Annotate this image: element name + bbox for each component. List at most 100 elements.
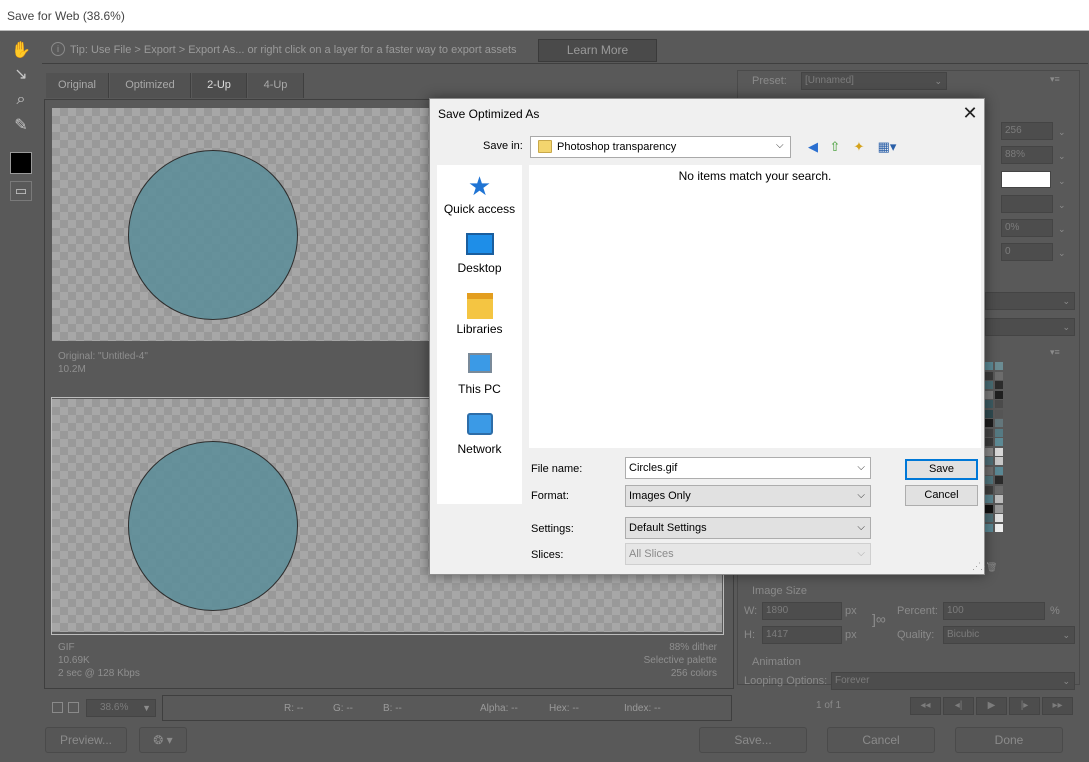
browser-preview-button[interactable]: ❂ ▾: [139, 727, 187, 753]
color-swatch[interactable]: [985, 390, 993, 399]
chevron-down-icon[interactable]: ⌄: [1058, 151, 1066, 162]
color-swatch[interactable]: [995, 504, 1003, 513]
color-swatch[interactable]: [995, 466, 1003, 475]
resize-grip-icon[interactable]: ⋰⋰: [972, 561, 989, 572]
metadata-select[interactable]: ⌄: [985, 292, 1075, 310]
color-swatch[interactable]: [995, 362, 1003, 370]
width-field[interactable]: 1890: [762, 602, 842, 620]
color-swatch[interactable]: [995, 523, 1003, 532]
zoom-out-button[interactable]: [52, 702, 63, 713]
settings-select[interactable]: Default Settings ⌵: [625, 517, 871, 539]
color-swatch[interactable]: [985, 447, 993, 456]
last-frame-button[interactable]: ▸▸: [1042, 697, 1073, 715]
chevron-down-icon[interactable]: ⌄: [1058, 248, 1066, 259]
color-swatch[interactable]: [985, 495, 993, 503]
color-swatch[interactable]: [995, 514, 1003, 522]
color-swatch[interactable]: [985, 428, 993, 437]
looping-options-select[interactable]: Forever ⌄: [831, 672, 1075, 690]
chevron-down-icon[interactable]: ⌄: [1058, 176, 1066, 187]
view-menu-icon[interactable]: ▦▾: [874, 138, 900, 156]
place-this-pc[interactable]: This PC: [437, 353, 522, 396]
matte-color-swatch[interactable]: [1001, 171, 1051, 188]
color-swatch[interactable]: [995, 485, 1003, 494]
colors-field[interactable]: 256: [1001, 122, 1053, 140]
height-field[interactable]: 1417: [762, 626, 842, 644]
color-swatch[interactable]: [985, 514, 993, 522]
lossy-field[interactable]: 0: [1001, 243, 1053, 261]
chevron-down-icon[interactable]: ⌄: [1058, 200, 1066, 211]
tab-original[interactable]: Original: [46, 73, 109, 98]
dither-field[interactable]: 88%: [1001, 146, 1053, 164]
chevron-down-icon[interactable]: ⌄: [1058, 127, 1066, 138]
color-swatch[interactable]: [995, 457, 1003, 465]
toggle-slices-icon[interactable]: ▭: [10, 181, 32, 201]
color-swatch[interactable]: [995, 447, 1003, 456]
color-swatch[interactable]: [985, 485, 993, 494]
quality-select[interactable]: Bicubic ⌄: [943, 626, 1075, 644]
play-button[interactable]: ▶: [976, 697, 1007, 715]
amount-field[interactable]: [1001, 195, 1053, 213]
next-frame-button[interactable]: |▸: [1009, 697, 1040, 715]
color-swatch[interactable]: [985, 457, 993, 465]
file-name-input[interactable]: Circles.gif ⌵: [625, 457, 871, 479]
save-button[interactable]: Save...: [699, 727, 807, 753]
file-list[interactable]: No items match your search.: [529, 165, 981, 448]
back-icon[interactable]: ◀: [804, 138, 822, 156]
place-desktop[interactable]: Desktop: [437, 233, 522, 275]
tab-4-up[interactable]: 4-Up: [248, 73, 304, 98]
format-select[interactable]: Images Only ⌵: [625, 485, 871, 507]
color-swatch[interactable]: [985, 504, 993, 513]
color-swatch[interactable]: [995, 371, 1003, 380]
preset-select[interactable]: [Unnamed] ⌄: [801, 72, 947, 90]
zoom-tool-icon[interactable]: ⌕: [9, 89, 33, 111]
color-table-sort-select[interactable]: ⌄: [985, 318, 1075, 336]
panel-menu-icon[interactable]: ▾≡: [1050, 74, 1060, 85]
color-swatch[interactable]: [995, 400, 1003, 408]
up-folder-icon[interactable]: ⇧: [826, 138, 844, 156]
tab-optimized[interactable]: Optimized: [110, 73, 191, 98]
eyedropper-color-swatch[interactable]: [10, 152, 32, 174]
color-swatch[interactable]: [995, 390, 1003, 399]
place-quick-access[interactable]: ★ Quick access: [437, 173, 522, 216]
hand-tool-icon[interactable]: ✋: [9, 40, 33, 62]
previous-frame-button[interactable]: ◂|: [943, 697, 974, 715]
slice-select-tool-icon[interactable]: ↘: [9, 64, 33, 86]
save-in-dropdown[interactable]: Photoshop transparency ⌵: [530, 136, 791, 158]
color-swatch[interactable]: [995, 381, 1003, 389]
web-snap-field[interactable]: 0%: [1001, 219, 1053, 237]
color-table-menu-icon[interactable]: ▾≡: [1050, 347, 1060, 358]
place-libraries[interactable]: Libraries: [437, 293, 522, 336]
color-swatch[interactable]: [985, 381, 993, 389]
learn-more-button[interactable]: Learn More: [538, 39, 657, 62]
color-swatch[interactable]: [985, 438, 993, 446]
color-swatch[interactable]: [985, 409, 993, 418]
color-swatch[interactable]: [985, 523, 993, 532]
chevron-down-icon[interactable]: ⌄: [1058, 224, 1066, 235]
percent-field[interactable]: 100: [943, 602, 1045, 620]
dialog-cancel-button[interactable]: Cancel: [905, 485, 978, 506]
color-swatch[interactable]: [995, 419, 1003, 427]
color-table[interactable]: [985, 362, 1006, 554]
zoom-in-button[interactable]: [68, 702, 79, 713]
first-frame-button[interactable]: ◂◂: [910, 697, 941, 715]
color-swatch[interactable]: [985, 419, 993, 427]
place-network[interactable]: Network: [437, 413, 522, 456]
color-swatch[interactable]: [995, 495, 1003, 503]
color-swatch[interactable]: [995, 476, 1003, 484]
color-swatch[interactable]: [985, 400, 993, 408]
color-swatch[interactable]: [985, 466, 993, 475]
color-swatch[interactable]: [995, 428, 1003, 437]
color-swatch[interactable]: [995, 438, 1003, 446]
eyedropper-tool-icon[interactable]: ✎: [9, 115, 33, 137]
color-swatch[interactable]: [985, 371, 993, 380]
zoom-level-select[interactable]: 38.6% ▼: [86, 699, 156, 717]
new-folder-icon[interactable]: ✦: [850, 138, 868, 156]
color-swatch[interactable]: [985, 476, 993, 484]
color-swatch[interactable]: [995, 409, 1003, 418]
tab-2-up[interactable]: 2-Up: [192, 73, 247, 98]
cancel-button[interactable]: Cancel: [827, 727, 935, 753]
link-icon[interactable]: ]∞: [872, 611, 886, 627]
done-button[interactable]: Done: [955, 727, 1063, 753]
preview-button[interactable]: Preview...: [45, 727, 127, 753]
dialog-save-button[interactable]: Save: [905, 459, 978, 480]
